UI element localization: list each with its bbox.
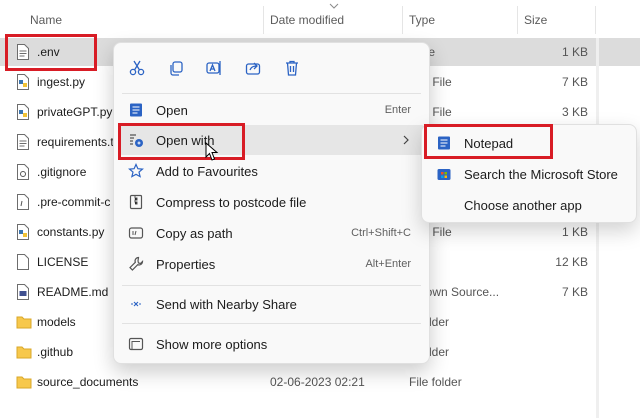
sort-caret-icon	[329, 3, 339, 9]
wrench-icon	[129, 256, 144, 271]
gear-file-icon	[17, 164, 29, 180]
scissors-icon	[129, 60, 145, 76]
menu-item-open[interactable]: Open Enter	[118, 95, 425, 125]
menu-item-label: Show more options	[156, 337, 268, 352]
menu-item-show-more[interactable]: Show more options	[118, 329, 425, 359]
file-name: .gitignore	[37, 165, 87, 179]
file-size: 3 KB	[561, 105, 588, 119]
menu-item-nearby-share[interactable]: Send with Nearby Share	[118, 289, 425, 319]
rename-icon	[206, 61, 221, 75]
file-size: 1 KB	[561, 225, 588, 239]
rename-button[interactable]	[201, 55, 227, 81]
file-size: 7 KB	[561, 75, 588, 89]
python-file-icon	[17, 74, 29, 90]
submenu-item-label: Search the Microsoft Store	[464, 167, 618, 182]
column-name[interactable]: Name	[30, 13, 62, 27]
file-name: .env	[37, 45, 60, 59]
menu-item-label: Add to Favourites	[156, 164, 258, 179]
submenu-item-label: Choose another app	[464, 198, 582, 213]
share-button[interactable]	[240, 55, 266, 81]
submenu-item-notepad[interactable]: Notepad	[426, 129, 632, 157]
file-name: source_documents	[37, 375, 139, 389]
menu-item-properties[interactable]: Properties Alt+Enter	[118, 249, 425, 279]
delete-button[interactable]	[279, 55, 305, 81]
menu-separator	[122, 323, 421, 324]
python-file-icon	[17, 104, 29, 120]
menu-item-label: Send with Nearby Share	[156, 297, 297, 312]
folder-icon	[16, 316, 32, 329]
file-row-source-documents[interactable]: source_documents 02-06-2023 02:21 File f…	[0, 368, 640, 396]
file-size: 7 KB	[561, 285, 588, 299]
folder-icon	[16, 346, 32, 359]
menu-item-copy-path[interactable]: Copy as path Ctrl+Shift+C	[118, 218, 425, 248]
file-date: 02-06-2023 02:21	[270, 375, 365, 389]
file-name: models	[37, 315, 76, 329]
share-icon	[245, 62, 261, 75]
python-file-icon	[17, 224, 29, 240]
column-date[interactable]: Date modified	[270, 13, 344, 27]
column-divider[interactable]	[402, 6, 403, 34]
trash-icon	[286, 60, 298, 76]
menu-item-label: Properties	[156, 257, 216, 272]
cut-button[interactable]	[124, 55, 150, 81]
file-name: .github	[37, 345, 74, 359]
file-name: privateGPT.py	[37, 105, 113, 119]
more-options-icon	[128, 337, 144, 351]
menu-item-shortcut: Ctrl+Shift+C	[351, 227, 411, 239]
submenu-item-choose-app[interactable]: Choose another app	[426, 191, 632, 219]
menu-item-compress[interactable]: Compress to postcode file	[118, 187, 425, 217]
column-size[interactable]: Size	[524, 13, 547, 27]
markdown-file-icon	[17, 284, 29, 300]
folder-icon	[16, 376, 32, 389]
file-name: README.md	[37, 285, 109, 299]
nearby-share-icon	[131, 301, 141, 307]
notepad-icon	[130, 103, 142, 117]
file-name: ingest.py	[37, 75, 86, 89]
copy-button[interactable]	[163, 55, 189, 81]
file-name: .pre-commit-c	[37, 195, 111, 209]
menu-item-open-with[interactable]: Open with	[118, 125, 425, 155]
column-divider[interactable]	[517, 6, 518, 34]
submenu-item-label: Notepad	[464, 136, 514, 151]
zip-icon	[129, 194, 143, 210]
text-file-icon	[17, 134, 29, 150]
column-divider[interactable]	[595, 6, 596, 34]
menu-item-shortcut: Alt+Enter	[365, 258, 411, 270]
open-with-icon	[130, 134, 143, 147]
submenu-item-store[interactable]: Search the Microsoft Store	[426, 160, 632, 188]
file-name: LICENSE	[37, 255, 89, 269]
chevron-right-icon	[403, 135, 409, 145]
menu-separator	[122, 93, 421, 94]
store-icon	[437, 169, 451, 180]
context-menu: Open Enter Open with Add to Favourites C…	[113, 42, 430, 364]
notepad-icon	[438, 136, 450, 150]
config-file-icon	[17, 194, 29, 210]
mouse-cursor-icon	[205, 142, 219, 161]
star-icon	[128, 163, 144, 178]
column-header: Name Date modified Type Size	[0, 0, 640, 38]
menu-item-add-favourites[interactable]: Add to Favourites	[118, 156, 425, 186]
text-file-icon	[17, 44, 29, 60]
file-size: 1 KB	[561, 45, 588, 59]
file-name: constants.py	[37, 225, 105, 239]
file-type: File folder	[409, 375, 462, 389]
column-type[interactable]: Type	[409, 13, 435, 27]
menu-separator	[122, 285, 421, 286]
vertical-scrollbar[interactable]	[596, 38, 599, 418]
copy-icon	[170, 61, 183, 76]
menu-item-label: Compress to postcode file	[156, 195, 307, 210]
file-name: requirements.t	[37, 135, 114, 149]
blank-file-icon	[17, 254, 29, 270]
path-icon	[128, 227, 144, 239]
menu-item-label: Copy as path	[156, 226, 233, 241]
file-size: 12 KB	[555, 255, 588, 269]
menu-item-label: Open	[156, 103, 188, 118]
menu-item-shortcut: Enter	[384, 104, 411, 116]
column-divider[interactable]	[263, 6, 264, 34]
open-with-submenu: Notepad Search the Microsoft Store Choos…	[421, 124, 637, 223]
quick-actions-bar	[114, 43, 429, 93]
